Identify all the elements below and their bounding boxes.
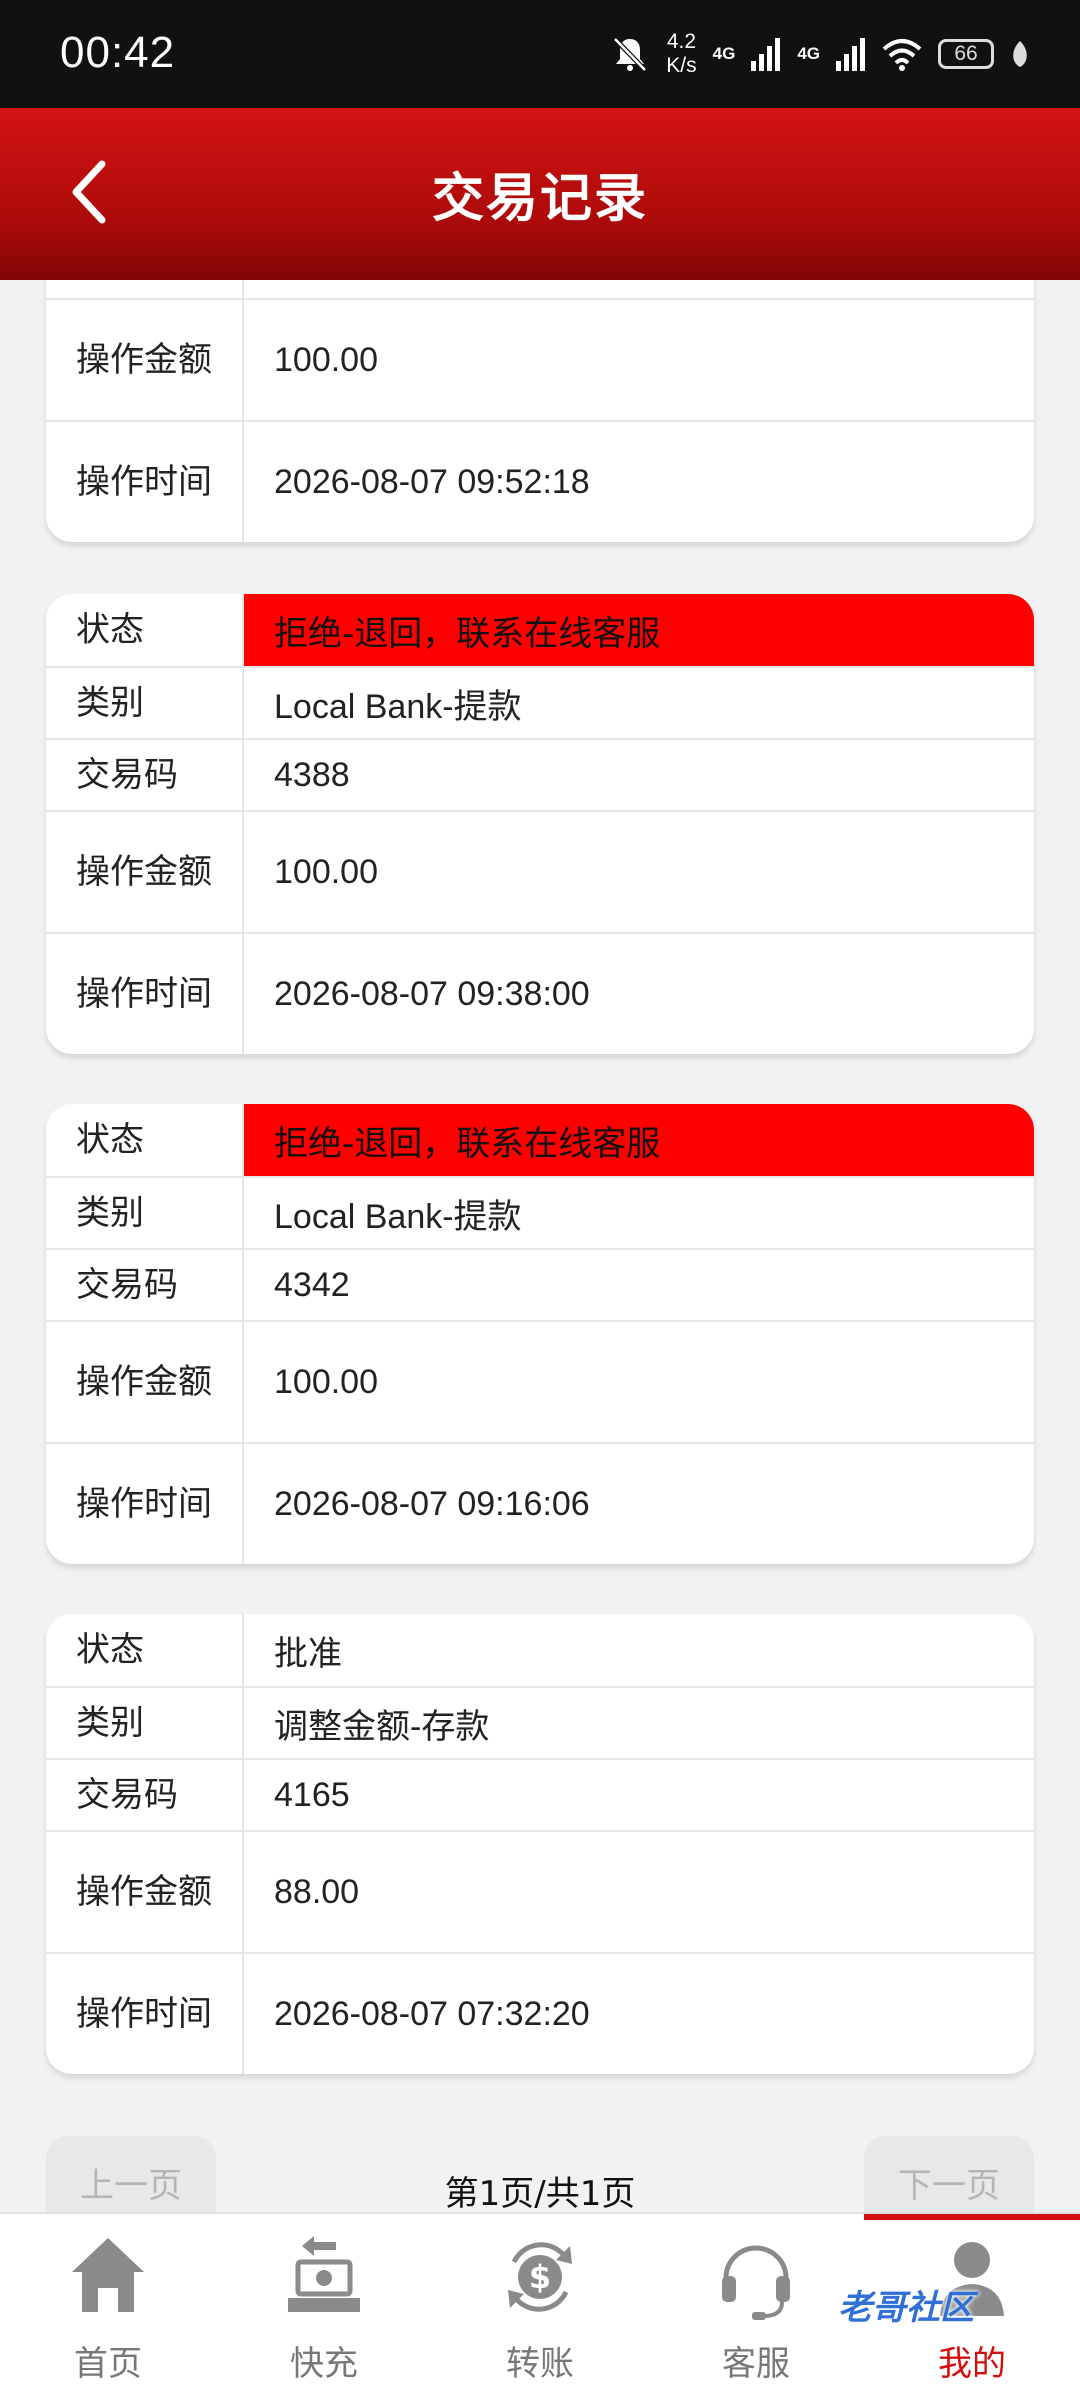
nav-label: 转账 <box>506 2344 574 2384</box>
svg-text:$: $ <box>529 2258 551 2296</box>
network-type-1: 4G <box>712 44 736 63</box>
type-label: 类别 <box>46 668 244 738</box>
watermark-logo: 老哥社区 <box>838 2288 974 2328</box>
table-row: 操作金额 100.00 <box>46 298 1034 420</box>
code-value: 4342 <box>274 1265 350 1304</box>
code-label: 交易码 <box>46 280 244 298</box>
type-label: 类别 <box>46 1178 244 1248</box>
nav-item-quick-charge[interactable]: 快充 <box>216 2214 432 2388</box>
table-row: 操作金额 100.00 <box>46 810 1034 932</box>
table-row: 状态 拒绝-退回，联系在线客服 <box>46 1104 1034 1176</box>
table-row: 交易码 4342 <box>46 1248 1034 1320</box>
table-row: 类别 Local Bank-提款 <box>46 666 1034 738</box>
system-status-bar: 00:42 4.2 K/s 4G 4G 66 <box>0 0 1080 108</box>
network-speed: 4.2 K/s <box>666 30 697 77</box>
amount-label: 操作金额 <box>46 1322 244 1442</box>
time-value: 2026-08-07 09:16:06 <box>274 1484 590 1523</box>
nav-label: 客服 <box>722 2344 790 2384</box>
table-row: 交易码 4388 <box>46 738 1034 810</box>
transaction-card: 交易码 操作金额 100.00 操作时间 2026-08-07 09:52:18 <box>46 280 1034 542</box>
amount-value: 100.00 <box>274 852 378 891</box>
time-label: 操作时间 <box>46 1954 244 2074</box>
signal-icon-2 <box>836 38 865 71</box>
transaction-list[interactable]: 交易码 操作金额 100.00 操作时间 2026-08-07 09:52:18… <box>0 280 1080 2212</box>
quick-charge-icon <box>288 2236 360 2312</box>
time-value: 2026-08-07 07:32:20 <box>274 1994 590 2033</box>
table-row: 操作金额 88.00 <box>46 1830 1034 1952</box>
time-label: 操作时间 <box>46 934 244 1054</box>
status-icons: 4.2 K/s 4G 4G 66 <box>610 28 1030 80</box>
amount-value: 100.00 <box>274 340 378 379</box>
battery-icon: 66 <box>938 39 994 69</box>
amount-value: 100.00 <box>274 1362 378 1401</box>
wifi-icon <box>882 39 922 71</box>
transaction-card: 状态 批准 类别 调整金额-存款 交易码 4165 操作金额 88.00 操作时… <box>46 1614 1034 2074</box>
mute-bell-icon <box>613 37 648 72</box>
table-row: 操作时间 2026-08-07 09:38:00 <box>46 932 1034 1054</box>
amount-label: 操作金额 <box>46 812 244 932</box>
transaction-card: 状态 拒绝-退回，联系在线客服 类别 Local Bank-提款 交易码 438… <box>46 594 1034 1054</box>
code-label: 交易码 <box>46 740 244 810</box>
code-label: 交易码 <box>46 1250 244 1320</box>
nav-label: 我的 <box>938 2344 1006 2384</box>
type-label: 类别 <box>46 1688 244 1758</box>
transaction-card: 状态 拒绝-退回，联系在线客服 类别 Local Bank-提款 交易码 434… <box>46 1104 1034 1564</box>
nav-item-customer-service[interactable]: 客服 <box>648 2214 864 2388</box>
table-row: 交易码 4165 <box>46 1758 1034 1830</box>
table-row: 操作金额 100.00 <box>46 1320 1034 1442</box>
nav-label: 快充 <box>290 2344 358 2384</box>
clock: 00:42 <box>60 28 176 77</box>
table-row: 操作时间 2026-08-07 09:16:06 <box>46 1442 1034 1564</box>
status-label: 状态 <box>46 594 244 666</box>
status-label: 状态 <box>46 1104 244 1176</box>
headset-icon <box>722 2245 790 2320</box>
nav-label: 首页 <box>74 2344 142 2384</box>
amount-value: 88.00 <box>274 1872 360 1911</box>
time-label: 操作时间 <box>46 422 244 542</box>
nav-item-transfer[interactable]: $ 转账 <box>432 2214 648 2388</box>
app-header: 交易记录 <box>0 108 1080 280</box>
status-label: 状态 <box>46 1614 244 1686</box>
table-row: 类别 调整金额-存款 <box>46 1686 1034 1758</box>
code-value: 4165 <box>274 1775 350 1814</box>
pagination: 上一页 第1页/共1页 下一页 <box>0 2136 1080 2236</box>
transfer-icon: $ <box>508 2242 572 2312</box>
status-value: 拒绝-退回，联系在线客服 <box>244 594 1034 666</box>
page-title: 交易记录 <box>431 169 648 229</box>
nav-item-home[interactable]: 首页 <box>0 2214 216 2388</box>
signal-icon <box>751 38 781 71</box>
time-value: 2026-08-07 09:38:00 <box>274 974 590 1013</box>
time-label: 操作时间 <box>46 1444 244 1564</box>
amount-label: 操作金额 <box>46 1832 244 1952</box>
type-value: 调整金额-存款 <box>274 1707 490 1746</box>
time-value: 2026-08-07 09:52:18 <box>274 462 590 501</box>
code-value <box>244 280 1034 298</box>
code-label: 交易码 <box>46 1760 244 1830</box>
type-value: Local Bank-提款 <box>274 1197 522 1236</box>
table-row: 交易码 <box>46 280 1034 298</box>
status-value: 批准 <box>274 1634 342 1673</box>
amount-label: 操作金额 <box>46 300 244 420</box>
leaf-icon <box>1013 41 1027 67</box>
home-icon <box>72 2238 144 2312</box>
network-type-2: 4G <box>797 44 820 63</box>
code-value: 4388 <box>274 755 350 794</box>
type-value: Local Bank-提款 <box>274 687 522 726</box>
table-row: 类别 Local Bank-提款 <box>46 1176 1034 1248</box>
table-row: 状态 拒绝-退回，联系在线客服 <box>46 594 1034 666</box>
table-row: 状态 批准 <box>46 1614 1034 1686</box>
table-row: 操作时间 2026-08-07 09:52:18 <box>46 420 1034 542</box>
status-value: 拒绝-退回，联系在线客服 <box>244 1104 1034 1176</box>
table-row: 操作时间 2026-08-07 07:32:20 <box>46 1952 1034 2074</box>
